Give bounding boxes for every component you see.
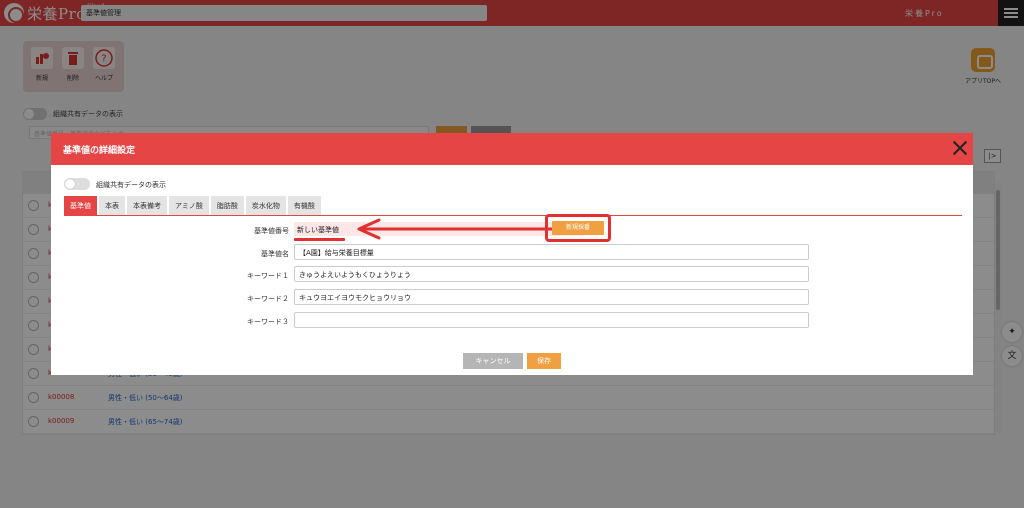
annotation-arrow bbox=[357, 218, 571, 240]
new-number-button[interactable]: 新規採番 bbox=[552, 221, 604, 235]
tab-main-notes[interactable]: 本表備考 bbox=[127, 196, 167, 216]
modal-header: 基準値の詳細設定 bbox=[51, 133, 973, 165]
keyword2-field[interactable]: キュウヨエイヨウモクヒョウリョウ bbox=[294, 289, 809, 305]
tab-standard[interactable]: 基準値 bbox=[64, 196, 97, 216]
number-value: 新しい基準値 bbox=[297, 226, 339, 234]
keyword2-label: キーワード２ bbox=[247, 295, 289, 303]
detail-tabs: 基準値 本表 本表備考 アミノ酸 脂肪酸 炭水化物 有機酸 bbox=[64, 196, 323, 216]
save-button[interactable]: 保存 bbox=[527, 353, 561, 369]
annotation-underline bbox=[294, 238, 345, 241]
name-label: 基準値名 bbox=[261, 250, 289, 258]
tab-divider bbox=[64, 215, 962, 216]
share-toggle-label: 組織共有データの表示 bbox=[96, 181, 166, 189]
number-label: 基準値番号 bbox=[254, 227, 289, 235]
cancel-button[interactable]: キャンセル bbox=[463, 353, 523, 369]
keyword3-label: キーワード３ bbox=[247, 318, 289, 326]
share-toggle[interactable] bbox=[64, 178, 90, 190]
keyword1-field[interactable]: きゅうよえいようもくひょうりょう bbox=[294, 266, 809, 282]
name-field[interactable]: 【A園】給与栄養目標量 bbox=[294, 244, 809, 260]
tab-amino-acid[interactable]: アミノ酸 bbox=[169, 196, 209, 216]
standard-detail-modal: 基準値の詳細設定 組織共有データの表示 基準値 本表 本表備考 アミノ酸 脂肪酸… bbox=[51, 133, 973, 375]
keyword3-field[interactable] bbox=[294, 312, 809, 328]
tab-organic-acid[interactable]: 有機酸 bbox=[287, 196, 321, 216]
modal-title: 基準値の詳細設定 bbox=[63, 146, 136, 156]
tab-main-table[interactable]: 本表 bbox=[99, 196, 125, 216]
keyword1-label: キーワード１ bbox=[247, 272, 289, 280]
tab-fatty-acid[interactable]: 脂肪酸 bbox=[210, 196, 244, 216]
tab-carbohydrate[interactable]: 炭水化物 bbox=[245, 196, 286, 216]
close-icon[interactable] bbox=[950, 138, 970, 158]
